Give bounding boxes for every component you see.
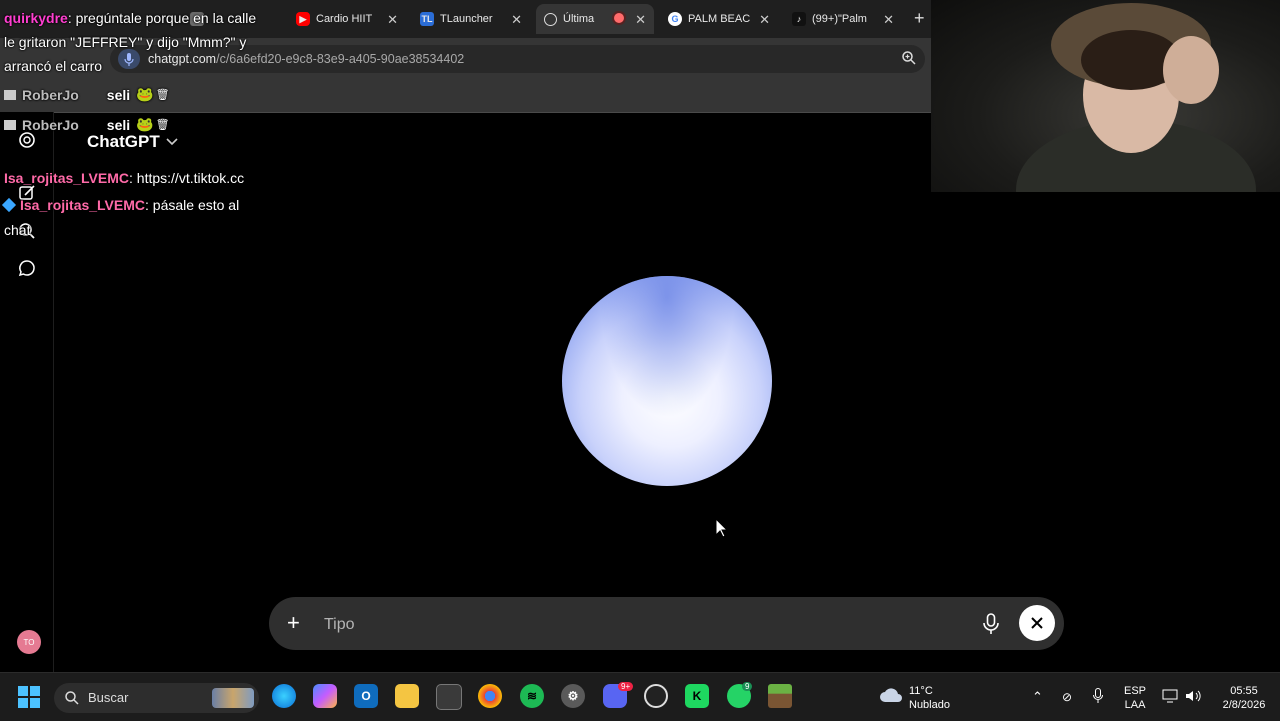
weather-temp: 11°C bbox=[909, 685, 933, 697]
url-domain: chatgpt.com bbox=[148, 52, 217, 66]
edge-icon[interactable] bbox=[272, 684, 296, 708]
mic-permission-icon[interactable] bbox=[118, 49, 140, 69]
end-voice-button[interactable] bbox=[1019, 605, 1055, 641]
badge-icon bbox=[4, 119, 16, 130]
tab-cardio-hiit[interactable]: ▶ Cardio HIIT ✕ bbox=[296, 4, 398, 34]
zoom-icon[interactable] bbox=[901, 50, 917, 71]
chat-text: : pásale esto al bbox=[145, 197, 240, 213]
store-icon[interactable] bbox=[436, 684, 462, 710]
copilot-icon[interactable] bbox=[313, 684, 337, 708]
search-label: Buscar bbox=[88, 690, 129, 705]
avatar[interactable]: TO bbox=[17, 630, 41, 654]
tab-label: (99+)"Palm bbox=[812, 13, 867, 25]
tlauncher-icon: TL bbox=[420, 12, 434, 26]
recording-icon bbox=[614, 13, 624, 23]
close-tab-icon[interactable]: ✕ bbox=[387, 12, 398, 28]
badge-icon bbox=[1, 197, 17, 213]
chat-message: Isa_rojitas_LVEMC: pásale esto al bbox=[1, 197, 240, 213]
tab-label: Última bbox=[563, 13, 595, 25]
chat-username: Isa_rojitas_LVEMC bbox=[4, 170, 130, 186]
tab-chatgpt-active[interactable]: Última ✕ bbox=[536, 4, 654, 34]
tab-tiktok[interactable]: ♪ (99+)"Palm ✕ bbox=[792, 4, 894, 34]
chat-message: RoberJo seli 🐸 🗑 bbox=[4, 116, 170, 133]
chat-message-cont: arrancó el carro bbox=[4, 58, 103, 74]
weather-desc: Nublado bbox=[909, 699, 950, 711]
clock-date: 2/8/2026 bbox=[1222, 699, 1266, 711]
youtube-icon: ▶ bbox=[296, 12, 310, 26]
avatar-initials: TO bbox=[23, 637, 35, 647]
tab-label: Cardio HIIT bbox=[316, 13, 373, 25]
network-off-icon[interactable]: ⊘ bbox=[1062, 690, 1072, 704]
search-highlight-image bbox=[212, 688, 254, 708]
chat-bubble-icon[interactable] bbox=[17, 258, 37, 283]
model-selector[interactable]: ChatGPT bbox=[87, 132, 178, 152]
chrome-icon[interactable] bbox=[478, 684, 502, 708]
discord-badge: 9+ bbox=[618, 682, 634, 691]
tab-label: TLauncher bbox=[440, 13, 493, 25]
kick-icon[interactable]: K bbox=[685, 684, 709, 708]
close-icon bbox=[1031, 617, 1043, 629]
close-tab-icon[interactable]: ✕ bbox=[883, 12, 894, 28]
chat-username: quirkydre bbox=[4, 10, 68, 26]
weather-widget[interactable]: 11°C Nublado bbox=[909, 684, 950, 712]
model-label: ChatGPT bbox=[87, 132, 160, 151]
emote-icon: 🗑 bbox=[155, 89, 170, 101]
chevron-up-icon[interactable]: ⌃ bbox=[1032, 690, 1043, 704]
tab-tlauncher[interactable]: TL TLauncher ✕ bbox=[420, 4, 522, 34]
chevron-down-icon bbox=[166, 138, 178, 146]
close-tab-icon[interactable]: ✕ bbox=[635, 12, 646, 28]
chat-text: seli bbox=[106, 86, 131, 103]
chat-username: RoberJo bbox=[22, 86, 79, 103]
outlook-icon[interactable]: O bbox=[354, 684, 378, 708]
emote-icon: 🐸 bbox=[136, 116, 154, 132]
chatgpt-icon bbox=[544, 12, 557, 26]
chat-text: : https://vt.tiktok.cc bbox=[129, 170, 245, 186]
search-icon bbox=[64, 690, 80, 711]
chat-text: seli bbox=[106, 116, 131, 133]
microphone-icon[interactable] bbox=[982, 613, 1000, 640]
tiktok-icon: ♪ bbox=[792, 12, 806, 26]
chat-message: Isa_rojitas_LVEMC: https://vt.tiktok.cc bbox=[4, 170, 244, 186]
windows-start-icon[interactable] bbox=[18, 686, 40, 713]
mouse-cursor-icon bbox=[715, 517, 729, 543]
lang-bottom: LAA bbox=[1124, 699, 1146, 711]
tab-label: PALM BEAC bbox=[688, 13, 751, 25]
chat-message-cont: le gritaron "JEFFREY" y dijo "Mmm?" y bbox=[4, 34, 247, 50]
google-icon: G bbox=[668, 12, 682, 26]
chat-message: quirkydre: pregúntale porque en la calle bbox=[4, 10, 256, 26]
streamer-figure bbox=[1016, 3, 1256, 192]
badge-icon bbox=[4, 89, 16, 100]
lang-top: ESP bbox=[1124, 685, 1147, 697]
prompt-input[interactable] bbox=[322, 614, 946, 636]
settings-gear-icon[interactable]: ⚙ bbox=[561, 684, 585, 708]
cloud-icon bbox=[878, 686, 904, 709]
obs-icon[interactable] bbox=[644, 684, 668, 708]
openai-logo-icon[interactable] bbox=[17, 130, 37, 155]
url-text[interactable]: chatgpt.com/c/6a6efd20-e9c8-83e9-a405-90… bbox=[148, 52, 464, 66]
chat-message: RoberJo seli 🐸 🗑 bbox=[4, 86, 170, 103]
add-attachment-button[interactable]: + bbox=[287, 612, 300, 634]
file-explorer-icon[interactable] bbox=[395, 684, 419, 708]
language-indicator[interactable]: ESP LAA bbox=[1124, 684, 1146, 712]
voice-mode-orb bbox=[562, 276, 772, 486]
clock[interactable]: 05:55 2/8/2026 bbox=[1214, 684, 1274, 712]
chat-message-cont: chat bbox=[4, 222, 31, 238]
close-tab-icon[interactable]: ✕ bbox=[511, 12, 522, 28]
close-tab-icon[interactable]: ✕ bbox=[759, 12, 770, 28]
clock-time: 05:55 bbox=[1230, 685, 1258, 697]
spotify-icon[interactable]: ≋ bbox=[520, 684, 544, 708]
minecraft-icon[interactable] bbox=[768, 684, 792, 708]
tray-mic-icon[interactable] bbox=[1093, 688, 1103, 708]
chat-username: RoberJo bbox=[22, 116, 79, 133]
new-tab-button[interactable]: + bbox=[914, 8, 925, 28]
url-path: /c/6a6efd20-e9c8-83e9-a405-90ae38534402 bbox=[216, 52, 465, 66]
chat-username: Isa_rojitas_LVEMC bbox=[20, 197, 146, 213]
webcam-overlay bbox=[931, 0, 1280, 192]
tab-palm-beach[interactable]: G PALM BEAC ✕ bbox=[668, 4, 770, 34]
volume-icon[interactable] bbox=[1185, 689, 1201, 707]
emote-icon: 🐸 bbox=[136, 86, 154, 102]
emote-icon: 🗑 bbox=[155, 119, 170, 131]
display-icon[interactable] bbox=[1162, 689, 1178, 707]
chat-text: : pregúntale porque en la calle bbox=[67, 10, 257, 26]
